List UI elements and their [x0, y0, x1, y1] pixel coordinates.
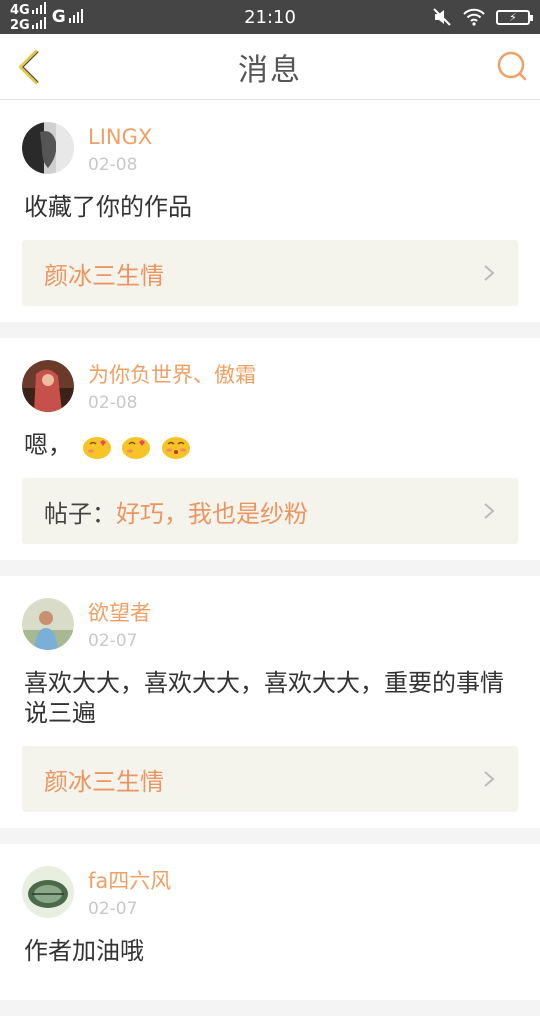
message-text-row: 嗯， — [24, 430, 518, 460]
kiss-emoji — [161, 437, 190, 459]
message-user: fa四六风 02-07 — [22, 866, 518, 922]
avatar[interactable] — [22, 598, 74, 650]
chevron-right-icon — [484, 771, 495, 787]
referenced-post-title: 好巧，我也是纱粉 — [116, 499, 308, 528]
message-text: 作者加油哦 — [24, 937, 144, 965]
clock: 21:10 — [244, 7, 296, 28]
blush-heart-emoji — [122, 437, 151, 459]
referenced-work[interactable]: 颜冰三生情 — [22, 240, 518, 306]
blush-heart-emoji — [82, 437, 111, 459]
avatar[interactable] — [22, 122, 74, 174]
message-user: LINGX 02-08 — [22, 122, 518, 178]
message-user: 为你负世界、傲霜 02-08 — [22, 360, 518, 416]
message-date: 02-08 — [88, 393, 138, 413]
referenced-work[interactable]: 颜冰三生情 — [22, 746, 518, 812]
username[interactable]: LINGX — [88, 122, 152, 152]
search-icon[interactable] — [496, 50, 528, 82]
header-bar: 消息 — [0, 34, 540, 100]
message-card: fa四六风 02-07 作者加油哦 — [0, 844, 540, 1000]
message-card: 为你负世界、傲霜 02-08 嗯， 帖子： 好巧，我也是纱粉 — [0, 338, 540, 560]
message-date: 02-07 — [88, 631, 138, 651]
message-user: 欲望者 02-07 — [22, 598, 518, 654]
referenced-work-title: 颜冰三生情 — [44, 261, 164, 290]
message-list: LINGX 02-08 收藏了你的作品 颜冰三生情 为你负世界、傲霜 02-08… — [0, 100, 540, 1016]
avatar[interactable] — [22, 866, 74, 918]
chevron-right-icon — [484, 503, 495, 519]
status-bar: 4G 2G G 21:10 ⚡ — [0, 0, 540, 34]
message-card: 欲望者 02-07 喜欢大大，喜欢大大，喜欢大大，重要的事情说三遍 颜冰三生情 — [0, 576, 540, 828]
username[interactable]: 为你负世界、傲霜 — [88, 360, 256, 390]
message-date: 02-08 — [88, 155, 138, 175]
referenced-post[interactable]: 帖子： 好巧，我也是纱粉 — [22, 478, 518, 544]
message-card: LINGX 02-08 收藏了你的作品 颜冰三生情 — [0, 100, 540, 322]
username[interactable]: 欲望者 — [88, 598, 151, 628]
message-text: 嗯， — [24, 431, 72, 459]
referenced-work-title: 颜冰三生情 — [44, 767, 164, 796]
username[interactable]: fa四六风 — [88, 866, 171, 896]
chevron-left-icon[interactable] — [14, 49, 44, 85]
battery-icon: ⚡ — [496, 9, 533, 25]
referenced-post-label: 帖子： — [44, 499, 116, 528]
chevron-right-icon — [484, 265, 495, 281]
message-date: 02-07 — [88, 899, 138, 919]
message-text: 喜欢大大，喜欢大大，喜欢大大，重要的事情说三遍 — [24, 669, 504, 727]
avatar[interactable] — [22, 360, 74, 412]
page-title: 消息 — [238, 52, 302, 88]
message-text: 收藏了你的作品 — [24, 193, 192, 221]
